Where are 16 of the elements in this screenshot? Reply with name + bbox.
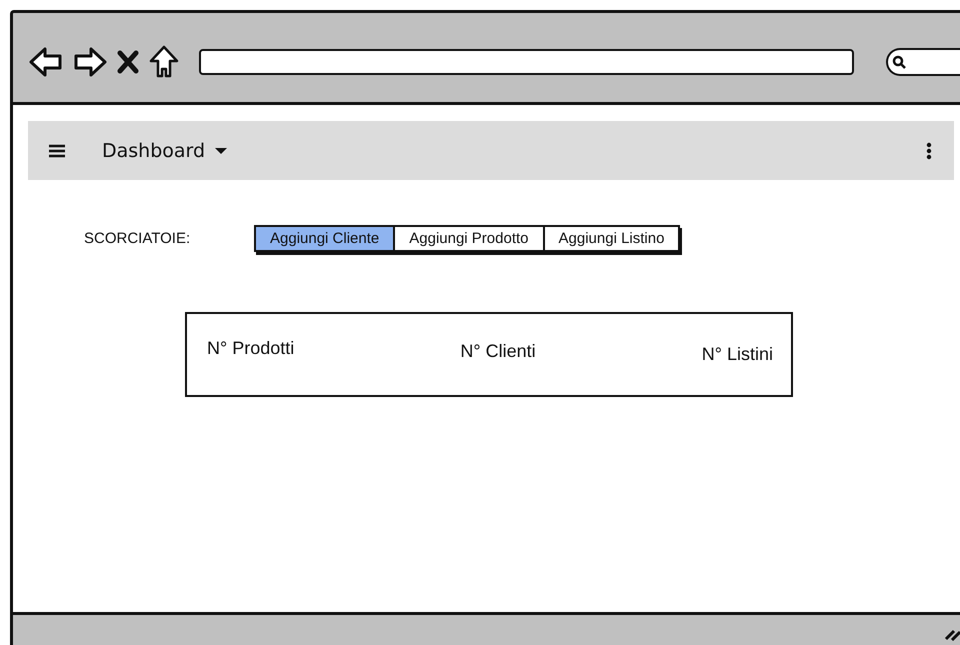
address-bar[interactable] bbox=[199, 48, 854, 74]
search-field[interactable] bbox=[886, 48, 960, 76]
search-icon bbox=[892, 54, 906, 68]
caret-icon[interactable] bbox=[215, 146, 228, 154]
more-icon[interactable] bbox=[926, 142, 932, 160]
shortcuts-label: SCORCIATOIE: bbox=[84, 230, 192, 247]
shortcut-button[interactable]: Aggiungi Cliente bbox=[256, 227, 394, 250]
stat-label: N° Clienti bbox=[460, 341, 536, 362]
stat-label: N° Listini bbox=[702, 344, 773, 365]
stat-label: N° Prodotti bbox=[207, 338, 294, 359]
forward-icon[interactable] bbox=[73, 46, 107, 78]
menu-icon[interactable] bbox=[48, 144, 66, 158]
back-icon[interactable] bbox=[29, 46, 63, 78]
close-icon[interactable] bbox=[117, 50, 139, 74]
home-icon[interactable] bbox=[149, 44, 179, 78]
dashboard-title[interactable]: Dashboard bbox=[102, 140, 206, 162]
